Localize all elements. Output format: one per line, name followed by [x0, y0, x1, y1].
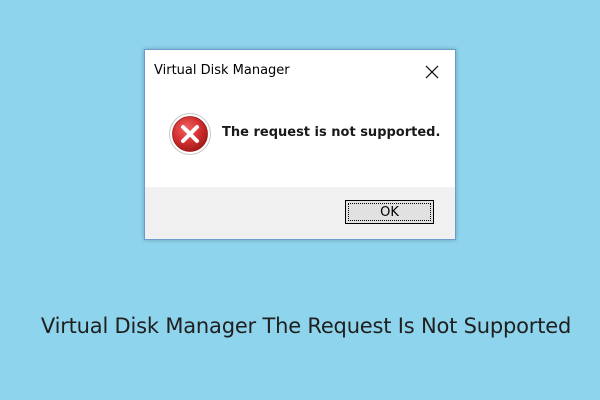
- dialog-title: Virtual Disk Manager: [154, 63, 290, 78]
- close-icon: [425, 65, 439, 79]
- ok-button[interactable]: OK: [345, 200, 434, 224]
- dialog-titlebar[interactable]: Virtual Disk Manager: [145, 50, 455, 92]
- error-message: The request is not supported.: [222, 125, 441, 140]
- article-caption: Virtual Disk Manager The Request Is Not …: [40, 314, 572, 338]
- error-dialog: Virtual Disk Manager The request is not …: [144, 49, 456, 240]
- error-icon: [169, 113, 211, 155]
- dialog-content: The request is not supported.: [145, 92, 455, 188]
- dialog-footer: OK: [145, 187, 455, 239]
- close-button[interactable]: [417, 58, 447, 86]
